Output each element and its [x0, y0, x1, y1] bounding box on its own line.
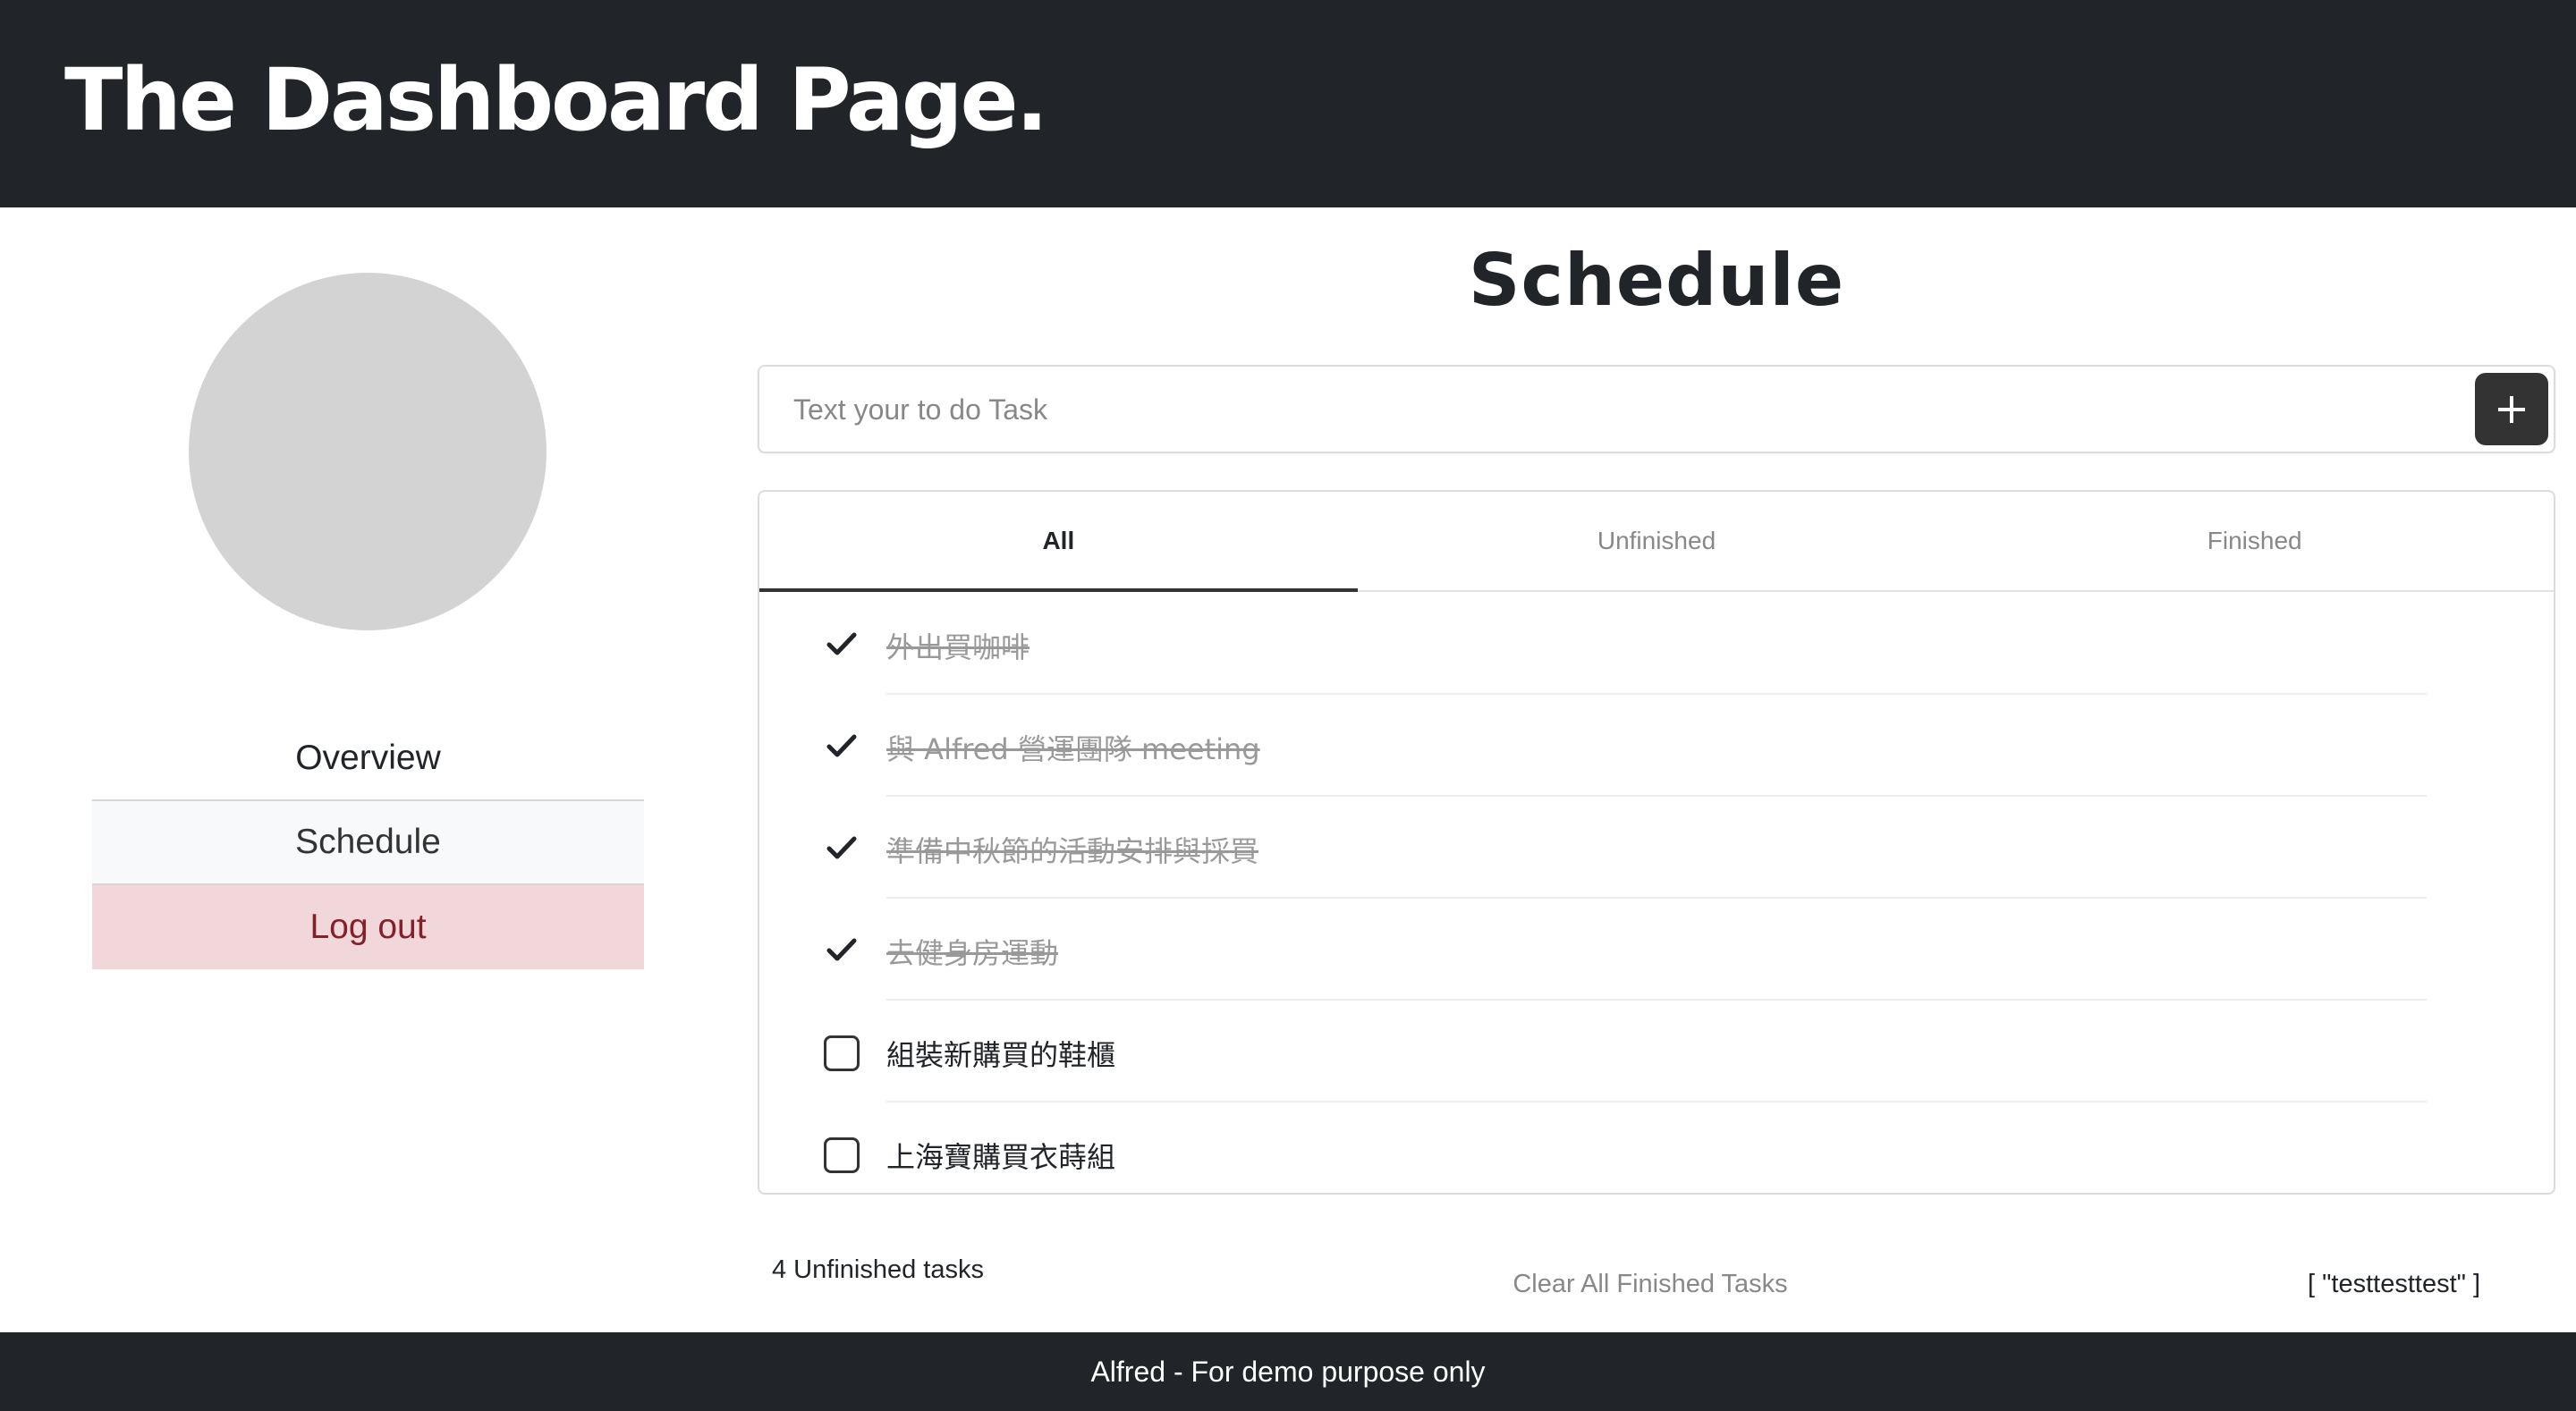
- task-checkbox[interactable]: [824, 1035, 860, 1071]
- check-icon[interactable]: [824, 830, 860, 866]
- task-label: 外出買咖啡: [886, 630, 1030, 664]
- unfinished-count: 4 Unfinished tasks: [772, 1255, 984, 1284]
- task-label: 準備中秋節的活動安排與採買: [886, 834, 1259, 868]
- avatar: [189, 273, 547, 630]
- list-item: 外出買咖啡: [824, 592, 2434, 695]
- clear-finished-button[interactable]: Clear All Finished Tasks: [1467, 1270, 1834, 1299]
- task-list: 外出買咖啡 與 Alfred 營運團隊 meeting 準備中秋節的活動安排與採…: [759, 592, 2554, 1193]
- tab-unfinished[interactable]: Unfinished: [1358, 492, 1956, 590]
- task-input-group: [758, 365, 2555, 453]
- list-item: 準備中秋節的活動安排與採買: [824, 796, 2434, 899]
- sidebar-item-overview[interactable]: Overview: [92, 717, 644, 801]
- check-icon[interactable]: [824, 728, 860, 764]
- task-input[interactable]: [792, 367, 2316, 453]
- user-tag: [ "testtesttest" ]: [2308, 1270, 2481, 1298]
- plus-icon: [2498, 395, 2525, 423]
- task-label: 去健身房運動: [886, 936, 1059, 970]
- list-item: 上海寶購買衣蒔組: [824, 1102, 2434, 1193]
- sidebar-nav: Overview Schedule Log out: [92, 717, 644, 969]
- footer-text: Alfred - For demo purpose only: [1090, 1355, 1486, 1388]
- tab-finished[interactable]: Finished: [1955, 492, 2554, 590]
- filter-tabs: All Unfinished Finished: [759, 492, 2554, 592]
- task-checkbox[interactable]: [824, 1137, 860, 1173]
- logout-button[interactable]: Log out: [92, 885, 644, 969]
- check-icon[interactable]: [824, 932, 860, 967]
- task-card: All Unfinished Finished 外出買咖啡 與 Alfred 營…: [758, 490, 2555, 1195]
- section-title: Schedule: [1468, 239, 1845, 322]
- list-item: 與 Alfred 營運團隊 meeting: [824, 694, 2434, 797]
- list-item: 去健身房運動: [824, 898, 2434, 1001]
- footer: Alfred - For demo purpose only: [0, 1332, 2576, 1411]
- task-label: 上海寶購買衣蒔組: [886, 1140, 1116, 1174]
- task-label: 與 Alfred 營運團隊 meeting: [886, 732, 1260, 766]
- task-label: 組裝新購買的鞋櫃: [886, 1038, 1116, 1072]
- tab-all[interactable]: All: [759, 492, 1358, 592]
- list-item: 組裝新購買的鞋櫃: [824, 1000, 2434, 1103]
- check-icon[interactable]: [824, 626, 860, 662]
- add-task-button[interactable]: [2475, 373, 2548, 445]
- top-header: The Dashboard Page.: [0, 0, 2576, 207]
- sidebar-item-schedule[interactable]: Schedule: [92, 801, 644, 885]
- page-title: The Dashboard Page.: [64, 50, 1048, 150]
